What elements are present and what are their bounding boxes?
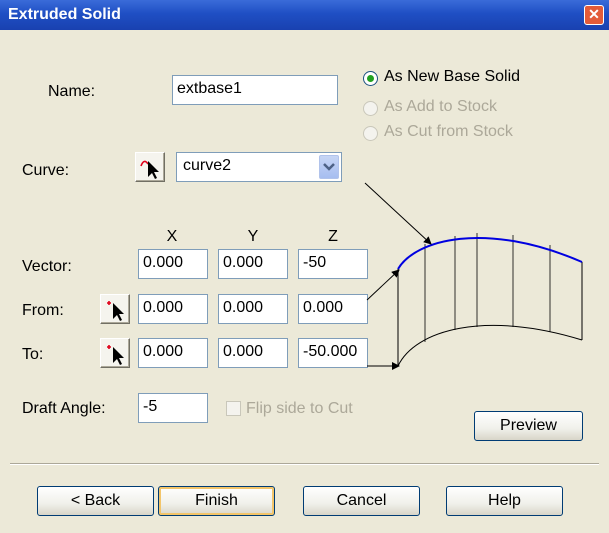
radio-selected-dot — [367, 75, 374, 82]
pick-point-icon — [107, 345, 124, 365]
from-pointer-arrow — [366, 269, 400, 301]
curve-dropdown-value: curve2 — [183, 157, 232, 174]
radio-add-to-stock[interactable] — [363, 101, 378, 116]
from-y-field[interactable]: 0.000 — [218, 294, 288, 324]
to-pick-button[interactable] — [100, 338, 130, 368]
curve-dropdown[interactable]: curve2 — [176, 152, 342, 182]
divider-highlight — [10, 464, 599, 465]
curve-pointer-arrow — [364, 182, 432, 245]
vector-y-field[interactable]: 0.000 — [218, 249, 288, 279]
flip-side-checkbox[interactable] — [226, 401, 241, 416]
radio-new-base-solid-label: As New Base Solid — [384, 68, 521, 85]
name-label: Name: — [48, 83, 96, 100]
bottom-profile-curve — [397, 324, 583, 367]
cancel-button[interactable]: Cancel — [303, 486, 420, 516]
window-title: Extruded Solid — [8, 6, 121, 23]
radio-cut-from-stock-label: As Cut from Stock — [384, 123, 513, 140]
curve-label: Curve: — [22, 162, 70, 179]
pick-curve-icon — [140, 160, 159, 179]
top-profile-curve — [397, 236, 583, 270]
chevron-down-icon[interactable] — [319, 155, 339, 179]
name-field[interactable]: extbase1 — [172, 75, 338, 105]
pick-point-icon — [107, 301, 124, 321]
preview-button[interactable]: Preview — [474, 411, 583, 441]
to-x-field[interactable]: 0.000 — [138, 338, 208, 368]
from-x-field[interactable]: 0.000 — [138, 294, 208, 324]
vector-label: Vector: — [22, 258, 72, 275]
to-label: To: — [22, 346, 44, 363]
radio-cut-from-stock[interactable] — [363, 126, 378, 141]
vector-x-field[interactable]: 0.000 — [138, 249, 208, 279]
column-x-header: X — [166, 228, 178, 245]
title-bar: Extruded Solid ✕ — [0, 0, 609, 30]
to-y-field[interactable]: 0.000 — [218, 338, 288, 368]
column-y-header: Y — [247, 228, 259, 245]
radio-new-base-solid[interactable] — [363, 71, 378, 86]
extrusion-diagram — [364, 182, 583, 370]
draft-angle-field[interactable]: -5 — [138, 393, 208, 423]
finish-button[interactable]: Finish — [158, 486, 275, 516]
help-button[interactable]: Help — [446, 486, 563, 516]
back-button[interactable]: < Back — [37, 486, 154, 516]
from-label: From: — [22, 302, 64, 319]
curve-pick-button[interactable] — [135, 152, 165, 182]
flip-side-label: Flip side to Cut — [246, 400, 353, 417]
close-icon[interactable]: ✕ — [584, 5, 604, 25]
from-pick-button[interactable] — [100, 294, 130, 324]
draft-angle-label: Draft Angle: — [22, 400, 106, 417]
radio-add-to-stock-label: As Add to Stock — [384, 98, 497, 115]
